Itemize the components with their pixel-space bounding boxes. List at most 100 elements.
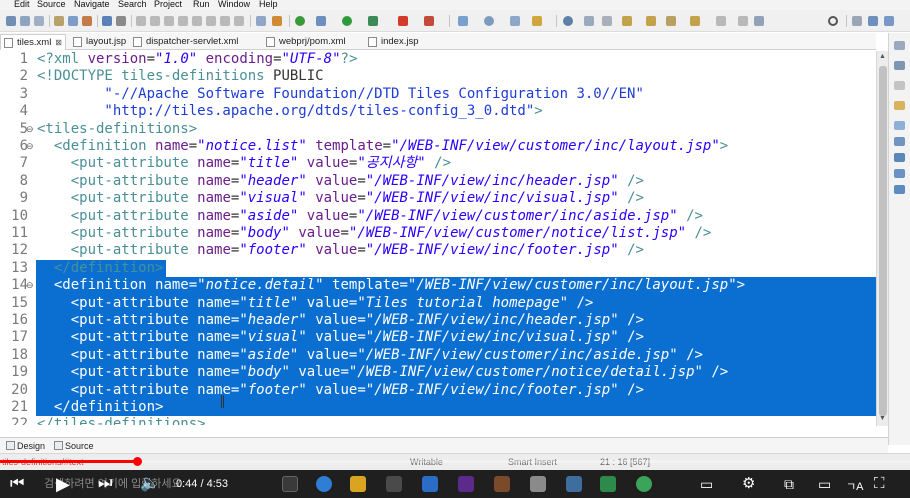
tab-layout-jsp[interactable]: layout.jsp xyxy=(70,34,134,50)
theater-mode-icon[interactable]: ▭ xyxy=(818,475,831,493)
perspective-java-ee-icon[interactable] xyxy=(852,16,862,26)
tab-tiles-xml[interactable]: tiles.xml ⊠ xyxy=(0,34,66,50)
edge-browser-icon[interactable] xyxy=(316,476,332,492)
save-icon[interactable] xyxy=(20,16,30,26)
outline-view-icon[interactable] xyxy=(894,61,905,70)
code-line[interactable]: <definition name="notice.detail" templat… xyxy=(37,277,745,294)
fold-icon[interactable]: ⊖ xyxy=(26,141,34,152)
save-all-icon[interactable] xyxy=(34,16,44,26)
code-line[interactable]: <put-attribute name="aside" value="/WEB-… xyxy=(37,208,703,225)
scroll-up-icon[interactable]: ▲ xyxy=(879,53,886,60)
previous-icon[interactable]: ⏮ xyxy=(10,475,24,493)
back-icon[interactable] xyxy=(690,16,700,26)
task-list-icon[interactable] xyxy=(894,101,905,110)
drop-to-frame-icon[interactable] xyxy=(234,16,244,26)
code-line[interactable]: <tiles-definitions> xyxy=(37,121,197,138)
mail-icon[interactable] xyxy=(422,476,438,492)
tab-dispatcher-servlet-xml[interactable]: dispatcher-servlet.xml xyxy=(130,34,254,50)
next-annotation-icon[interactable] xyxy=(622,16,632,26)
code-line[interactable]: <put-attribute name="body" value="/WEB-I… xyxy=(37,225,712,242)
fold-icon[interactable]: ⊖ xyxy=(26,124,34,135)
forward-history-icon[interactable] xyxy=(738,16,748,26)
code-line[interactable]: <!DOCTYPE tiles-definitions PUBLIC xyxy=(37,68,324,85)
step-into-icon[interactable] xyxy=(192,16,202,26)
tab-source[interactable]: Source xyxy=(52,438,94,454)
code-line[interactable]: <put-attribute name="visual" value="/WEB… xyxy=(37,190,644,207)
task-icon[interactable] xyxy=(82,16,92,26)
code-line[interactable]: <put-attribute name="visual" value="/WEB… xyxy=(37,329,644,346)
scroll-down-icon[interactable]: ▼ xyxy=(879,415,886,422)
fold-icon[interactable]: ⊖ xyxy=(26,280,34,291)
new-java-project-icon[interactable] xyxy=(458,16,468,26)
code-line[interactable]: <put-attribute name="header" value="/WEB… xyxy=(37,312,644,329)
resume-icon[interactable] xyxy=(136,16,146,26)
menu-help[interactable]: Help xyxy=(259,0,278,9)
file-explorer-icon[interactable] xyxy=(350,476,366,492)
console-view-icon[interactable] xyxy=(894,121,905,130)
perspective-java-icon[interactable] xyxy=(868,16,878,26)
menu-search[interactable]: Search xyxy=(118,0,147,9)
scrollbar-thumb[interactable] xyxy=(879,66,887,416)
coverage-icon[interactable] xyxy=(368,16,378,26)
pin-editor-icon[interactable] xyxy=(602,16,612,26)
code-line[interactable]: </definition> xyxy=(37,260,164,277)
stop-server-icon[interactable] xyxy=(424,16,434,26)
data-source-view-icon[interactable] xyxy=(894,169,905,178)
xml-source-editor[interactable]: 1 2 3 4 5 ⊖ 6 ⊖ 7 8 9 10 11 12 13 14 ⊖ 15 16 17 18 19 20 21 22 <… xyxy=(0,51,876,425)
step-return-icon[interactable] xyxy=(220,16,230,26)
format-icon[interactable] xyxy=(256,16,266,26)
settings-gear-icon[interactable]: ⚙ xyxy=(742,475,755,493)
fullscreen-icon[interactable]: ⛶ xyxy=(874,475,885,493)
build-icon[interactable] xyxy=(272,16,282,26)
open-type-icon[interactable] xyxy=(510,16,520,26)
code-line[interactable]: <put-attribute name="header" value="/WEB… xyxy=(37,173,644,190)
play-icon[interactable]: ▶ xyxy=(56,475,70,493)
code-line[interactable]: <definition name="notice.list" template=… xyxy=(37,138,728,155)
video-progress-bar[interactable] xyxy=(0,457,910,466)
forward-icon[interactable] xyxy=(716,16,726,26)
snippets-view-icon[interactable] xyxy=(894,185,905,194)
video-scrubber-knob[interactable] xyxy=(132,457,142,466)
open-perspective-icon[interactable] xyxy=(754,16,764,26)
menu-source[interactable]: Source xyxy=(37,0,66,9)
code-line[interactable]: "-//Apache Software Foundation//DTD Tile… xyxy=(37,86,643,103)
debug-icon[interactable] xyxy=(316,16,326,26)
app-taskbar-icon[interactable] xyxy=(494,476,510,492)
menu-window[interactable]: Window xyxy=(218,0,250,9)
perspective-debug-icon[interactable] xyxy=(884,16,894,26)
menu-run[interactable]: Run xyxy=(193,0,210,9)
next-icon[interactable]: ⏭ xyxy=(98,475,112,493)
app3-taskbar-icon[interactable] xyxy=(566,476,582,492)
print-icon[interactable] xyxy=(54,16,64,26)
code-line[interactable]: <?xml version="1.0" encoding="UTF-8"?> xyxy=(37,51,357,68)
app5-taskbar-icon[interactable] xyxy=(636,476,652,492)
previous-annotation-icon[interactable] xyxy=(646,16,656,26)
web-browser-icon[interactable] xyxy=(563,16,573,26)
menu-project[interactable]: Project xyxy=(154,0,182,9)
skip-icon[interactable] xyxy=(116,16,126,26)
code-line[interactable]: <put-attribute name="aside" value="/WEB-… xyxy=(37,347,703,364)
subtitles-icon[interactable]: ▭ xyxy=(700,475,713,493)
code-line[interactable]: </tiles-definitions> xyxy=(37,416,206,425)
code-line[interactable]: <put-attribute name="title" value="공지사항"… xyxy=(37,155,451,172)
code-line[interactable]: <put-attribute name="body" value="/WEB-I… xyxy=(37,364,729,381)
stop-icon[interactable] xyxy=(164,16,174,26)
new-class-icon[interactable] xyxy=(484,16,494,26)
store-icon[interactable] xyxy=(386,476,402,492)
code-line[interactable]: </definition> xyxy=(37,399,164,416)
menu-navigate[interactable]: Navigate xyxy=(74,0,110,9)
search-tool-icon[interactable] xyxy=(532,16,542,26)
server-icon[interactable] xyxy=(295,16,305,26)
new-icon[interactable] xyxy=(6,16,16,26)
problems-view-icon[interactable] xyxy=(894,137,905,146)
terminal-icon[interactable] xyxy=(102,16,112,26)
run-icon[interactable] xyxy=(342,16,352,26)
servers-view-icon[interactable] xyxy=(894,153,905,162)
vertical-scrollbar[interactable]: ▲ ▼ xyxy=(876,51,888,426)
miniplayer-icon[interactable]: ⧉ xyxy=(784,475,794,493)
last-edit-icon[interactable] xyxy=(666,16,676,26)
external-tools-icon[interactable] xyxy=(398,16,408,26)
menu-edit[interactable]: Edit xyxy=(14,0,30,9)
tab-index-jsp[interactable]: index.jsp xyxy=(365,34,435,50)
search-icon[interactable] xyxy=(828,16,838,26)
